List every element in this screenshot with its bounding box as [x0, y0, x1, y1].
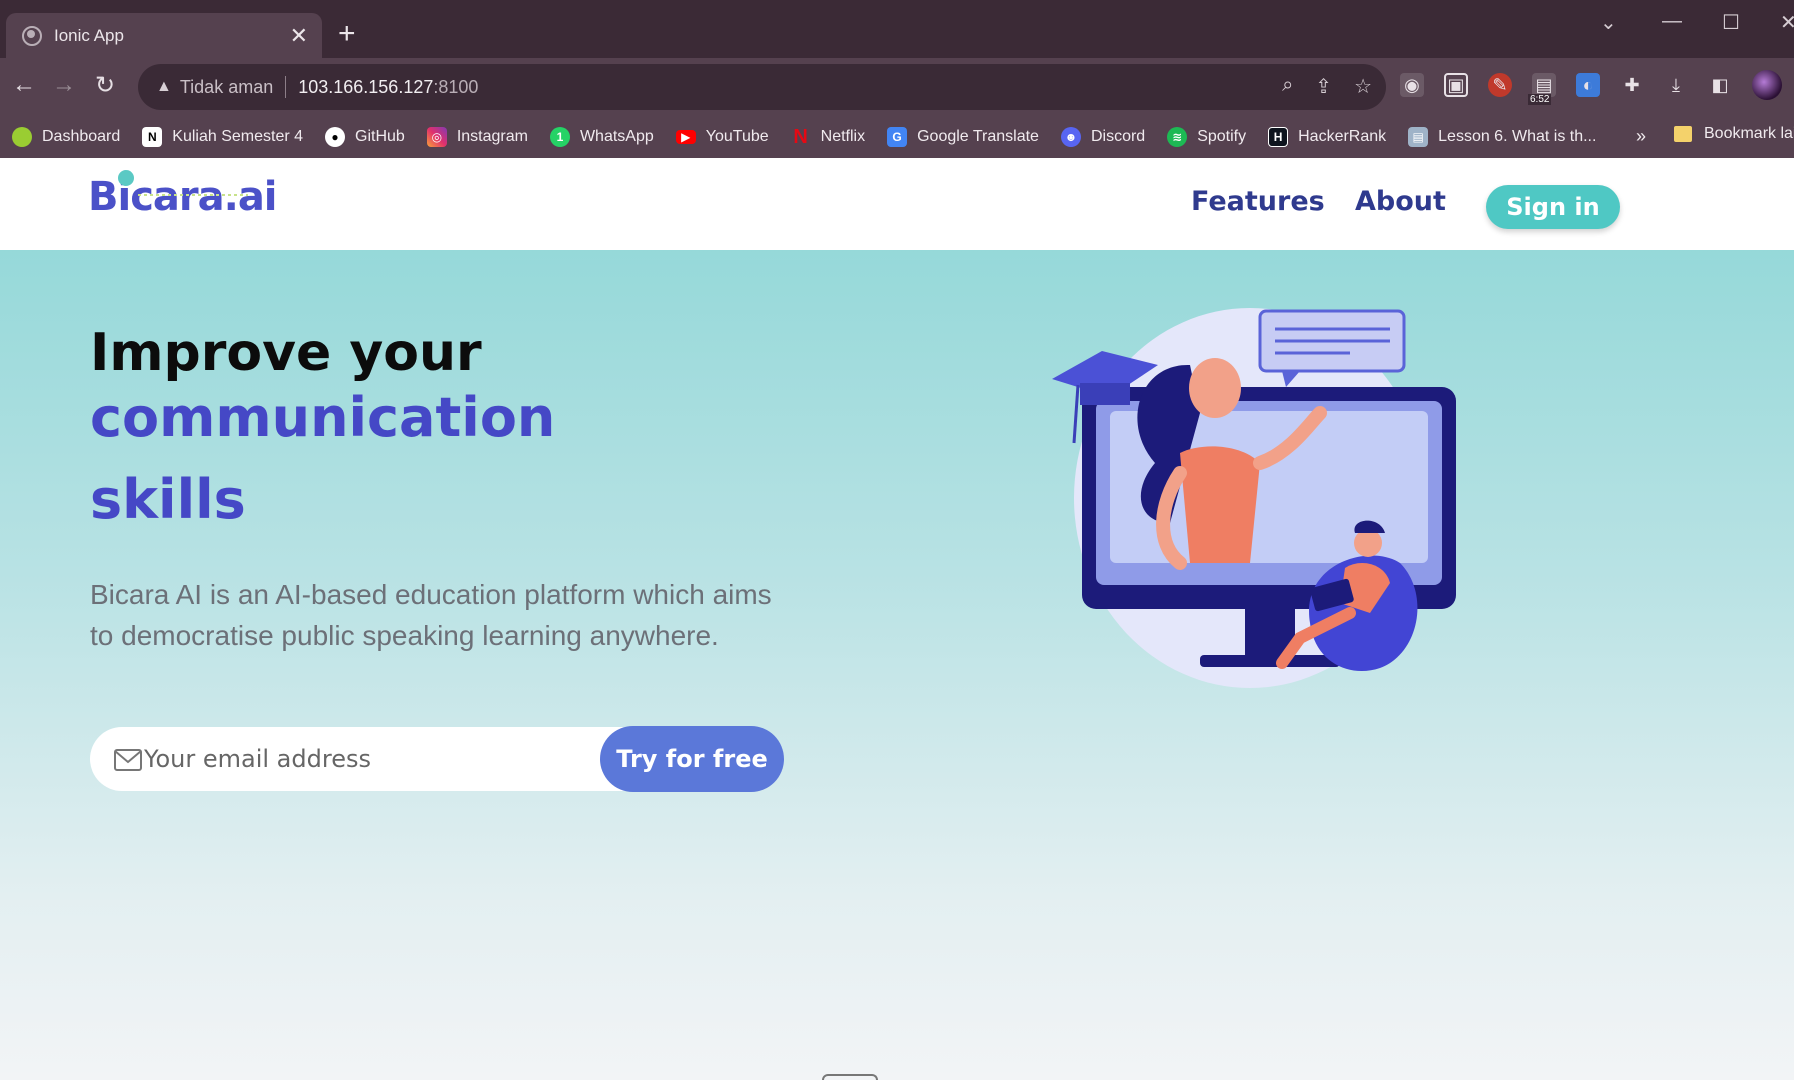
bookmark-star-icon[interactable]: ☆	[1354, 74, 1372, 99]
bookmark-item[interactable]: Dashboard	[12, 127, 120, 147]
lesson-icon: ▤	[1408, 127, 1429, 147]
bookmarks-bar: Dashboard N Kuliah Semester 4 ● GitHub ◎ In…	[0, 116, 1794, 158]
new-tab-button[interactable]: +	[338, 16, 356, 52]
minimize-icon[interactable]: —	[1662, 10, 1682, 33]
reload-icon[interactable]: ↻	[95, 71, 115, 100]
netflix-icon: N	[793, 125, 808, 148]
bookmarks-overflow-button[interactable]: »	[1636, 126, 1646, 147]
scroll-indicator	[822, 1074, 878, 1080]
browser-tab[interactable]: Ionic App ✕	[6, 13, 322, 58]
bookmark-label: GitHub	[355, 128, 405, 145]
bookmark-label: Lesson 6. What is th...	[1438, 128, 1597, 145]
zoom-icon[interactable]: ⌕	[1282, 74, 1293, 99]
bookmark-label: Netflix	[820, 128, 866, 145]
site-header: Bicara.ai Features About Sign in	[0, 158, 1794, 250]
bookmark-item[interactable]: ● GitHub	[325, 127, 405, 147]
microphone-icon	[118, 170, 134, 186]
browser-tabbar: Ionic App ✕ + ⌄ — ☐ ✕	[0, 0, 1794, 58]
bookmarks-folder-label: Bookmark lain	[1704, 125, 1794, 142]
page-content: Bicara.ai Features About Sign in Improve…	[0, 158, 1794, 1080]
bookmark-label: Dashboard	[42, 128, 121, 145]
address-bar[interactable]: ▲ Tidak aman 103.166.156.127 :8100 ⌕ ⇪ ☆	[138, 64, 1386, 110]
bookmark-label: Spotify	[1197, 128, 1247, 145]
bookmark-label: HackerRank	[1298, 128, 1387, 145]
hero-title: Improve your	[90, 323, 482, 383]
back-icon[interactable]: ←	[12, 71, 36, 99]
timer-extension-icon[interactable]: ▤ 6:52	[1528, 73, 1556, 105]
email-input[interactable]	[144, 737, 664, 781]
address-separator	[285, 76, 287, 98]
profile-avatar[interactable]	[1752, 70, 1782, 100]
mail-icon	[114, 749, 142, 771]
tab-close-icon[interactable]: ✕	[290, 23, 308, 49]
download-icon[interactable]: ⤓	[1664, 73, 1688, 97]
nav-about[interactable]: About	[1355, 186, 1446, 217]
bookmark-label: YouTube	[705, 128, 769, 145]
bookmark-item[interactable]: 1 WhatsApp	[549, 127, 654, 147]
bookmark-item[interactable]: ☻ Discord	[1060, 127, 1146, 147]
hackerrank-icon: H	[1268, 127, 1289, 147]
youtube-icon: ▶	[675, 130, 696, 144]
bookmark-item[interactable]: ≋ Spotify	[1167, 127, 1246, 147]
url-host[interactable]: 103.166.156.127	[298, 77, 433, 98]
try-for-free-button[interactable]: Try for free	[600, 726, 784, 792]
bookmark-item[interactable]: G Google Translate	[887, 127, 1039, 147]
picture-in-picture-icon[interactable]: ▣	[1444, 73, 1468, 97]
bookmark-item[interactable]: N Kuliah Semester 4	[142, 127, 303, 147]
bookmark-item[interactable]: H HackerRank	[1268, 127, 1386, 147]
close-window-icon[interactable]: ✕	[1780, 10, 1794, 35]
email-signup-form: Try for free	[90, 726, 784, 792]
browser-toolbar: ← → ↻ ▲ Tidak aman 103.166.156.127 :8100…	[0, 58, 1794, 116]
maximize-icon[interactable]: ☐	[1722, 10, 1740, 35]
bookmark-item[interactable]: ◎ Instagram	[426, 127, 528, 147]
hero-illustration	[1052, 308, 1456, 688]
discord-icon: ☻	[1060, 127, 1081, 147]
bookmark-item[interactable]: ▶ YouTube	[675, 128, 769, 146]
sound-wave-decoration	[138, 194, 248, 196]
bookmark-item[interactable]: N Netflix	[791, 125, 866, 148]
notion-icon: N	[142, 127, 163, 147]
translate-extension-icon[interactable]: ◐	[1576, 73, 1600, 97]
url-port[interactable]: :8100	[433, 77, 478, 98]
extensions-puzzle-icon[interactable]: ✚	[1620, 73, 1644, 97]
bookmark-item[interactable]: ▤ Lesson 6. What is th...	[1408, 127, 1596, 147]
side-panel-icon[interactable]: ◧	[1708, 73, 1732, 97]
github-icon: ●	[325, 127, 346, 147]
warning-icon[interactable]: ▲	[156, 78, 172, 96]
hero-description: Bicara AI is an AI-based education platf…	[90, 579, 772, 651]
camera-extension-icon[interactable]: ◉	[1400, 73, 1424, 97]
site-logo[interactable]: Bicara.ai	[88, 170, 278, 220]
red-extension-icon[interactable]: ✎	[1488, 73, 1512, 97]
google-translate-icon: G	[887, 127, 908, 147]
globe-icon	[22, 25, 42, 46]
bookmark-label: WhatsApp	[579, 128, 654, 145]
bookmark-label: Instagram	[456, 128, 528, 145]
tab-title: Ionic App	[54, 25, 124, 45]
spotify-icon: ≋	[1167, 127, 1188, 147]
folder-icon	[1674, 126, 1692, 142]
whatsapp-icon: 1	[549, 127, 570, 147]
logo-text: Bicara.ai	[88, 174, 278, 220]
forward-icon[interactable]: →	[52, 71, 76, 99]
hero-title-accent: skills	[90, 468, 246, 531]
nav-features[interactable]: Features	[1191, 186, 1325, 217]
bookmark-label: Google Translate	[917, 128, 1039, 145]
tab-search-icon[interactable]: ⌄	[1600, 10, 1617, 35]
security-label[interactable]: Tidak aman	[180, 77, 273, 98]
instagram-icon: ◎	[426, 127, 447, 147]
sign-in-button[interactable]: Sign in	[1486, 185, 1620, 229]
bookmarks-folder[interactable]: Bookmark lain	[1674, 125, 1794, 143]
bookmark-label: Discord	[1090, 128, 1146, 145]
dashboard-icon	[12, 127, 32, 147]
bookmark-label: Kuliah Semester 4	[172, 128, 304, 145]
hero-title-accent: communication	[90, 386, 556, 449]
timer-badge: 6:52	[1528, 94, 1552, 105]
share-icon[interactable]: ⇪	[1315, 74, 1332, 99]
